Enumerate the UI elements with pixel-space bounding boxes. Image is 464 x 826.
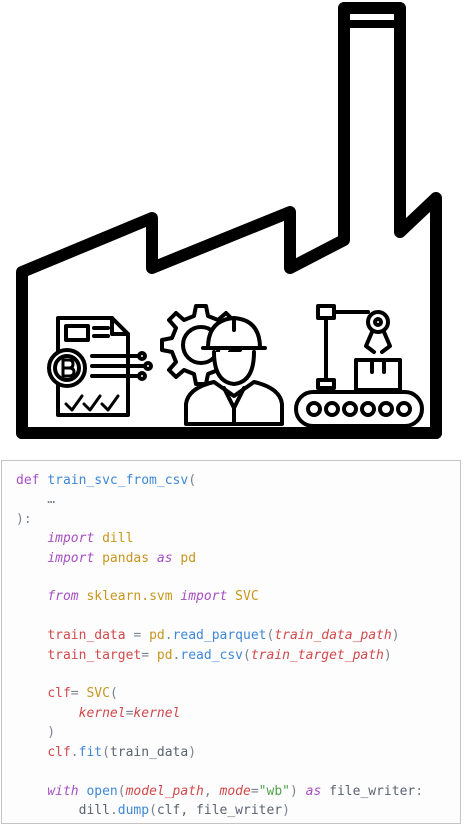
code-token: import	[47, 550, 95, 566]
code-token: )	[289, 783, 306, 799]
code-token: pd	[156, 647, 173, 663]
code-token: pd	[172, 550, 197, 566]
code-token: train_target	[47, 647, 142, 663]
code-line: from sklearn.svm import SVC	[16, 589, 259, 605]
code-token: mode	[219, 783, 251, 799]
code-token: (	[109, 686, 118, 702]
code-line: )	[16, 725, 55, 740]
code-line: dill.dump(clf, file_writer)	[16, 803, 290, 818]
code-token: model_path	[125, 783, 204, 799]
code-token: sklearn.svm	[78, 589, 181, 605]
code-line: kernel=kernel	[16, 705, 181, 721]
code-token: =	[141, 647, 157, 663]
code-token: file_writer	[321, 783, 416, 799]
code-line: import dill	[16, 531, 133, 546]
code-token: import	[47, 531, 95, 547]
code-token: def	[16, 473, 48, 488]
code-token: as	[305, 783, 322, 799]
code-line: import pandas as pd	[16, 551, 196, 566]
code-line: train_target= pd.read_csv(train_target_p…	[16, 647, 392, 663]
code-token: from	[47, 589, 79, 605]
code-token: )	[16, 725, 56, 741]
code-token: import	[180, 589, 228, 605]
code-token: (	[149, 802, 157, 818]
code-token: =	[250, 783, 259, 799]
code-token: pd	[149, 628, 165, 644]
code-token: kernel	[133, 705, 181, 721]
code-token: as	[156, 550, 173, 566]
code-token: clf	[47, 686, 71, 702]
code-token: train_data_path	[274, 628, 392, 644]
code-token: dill	[78, 802, 110, 818]
code-token: train_data	[47, 628, 126, 644]
code-line: train_data = pd.read_parquet(train_data_…	[16, 628, 400, 644]
code-listing: def train_svc_from_csv( … ): import dill…	[2, 461, 460, 820]
code-token: dump	[117, 802, 150, 818]
code-token: dill	[94, 531, 134, 547]
code-token: )	[188, 744, 197, 760]
code-line: clf= SVC(	[16, 686, 118, 702]
robot-arm-conveyor-icon	[294, 304, 424, 428]
code-line: …	[16, 492, 55, 507]
code-token: (	[188, 473, 197, 488]
code-token: (	[117, 783, 126, 799]
code-token: .	[70, 744, 79, 760]
code-line: ):	[16, 512, 32, 527]
code-token: read_csv	[180, 647, 243, 663]
code-token: SVC	[227, 589, 259, 605]
code-token: )	[282, 802, 290, 818]
code-token: .	[109, 802, 118, 818]
code-token: pandas	[94, 550, 157, 566]
bitcoin-document-icon	[47, 316, 153, 417]
code-token: train_data	[109, 744, 189, 760]
code-token: "wb"	[258, 783, 290, 799]
code-token: (	[243, 647, 251, 663]
code-token: SVC	[86, 686, 110, 702]
code-token: …	[16, 492, 56, 508]
code-line: clf.fit(train_data)	[16, 745, 196, 760]
code-token: read_parquet	[172, 628, 267, 644]
code-token: open	[86, 783, 118, 799]
code-panel: def train_svc_from_csv( … ): import dill…	[1, 460, 461, 824]
code-token: clf, file_writer	[156, 802, 283, 818]
code-line: with open(model_path, mode="wb") as file…	[16, 784, 423, 799]
code-token: with	[47, 783, 79, 799]
factory-illustration	[16, 2, 442, 439]
code-token: fit	[78, 744, 103, 760]
code-token: (	[102, 744, 110, 760]
code-token: )	[383, 647, 392, 663]
code-token: ,	[203, 783, 220, 799]
code-token: ):	[16, 511, 32, 527]
code-token: =	[125, 628, 150, 644]
code-token: :	[415, 783, 424, 799]
code-token: )	[391, 628, 400, 644]
code-token: train_target_path	[250, 647, 384, 663]
gear-engineer-icon	[160, 304, 284, 426]
code-token: =	[70, 686, 87, 702]
code-token: .	[164, 628, 173, 644]
code-token: kernel	[78, 705, 126, 721]
code-line: def train_svc_from_csv(	[16, 473, 196, 488]
code-token: clf	[47, 744, 71, 760]
code-token: train_svc_from_csv	[47, 473, 189, 488]
